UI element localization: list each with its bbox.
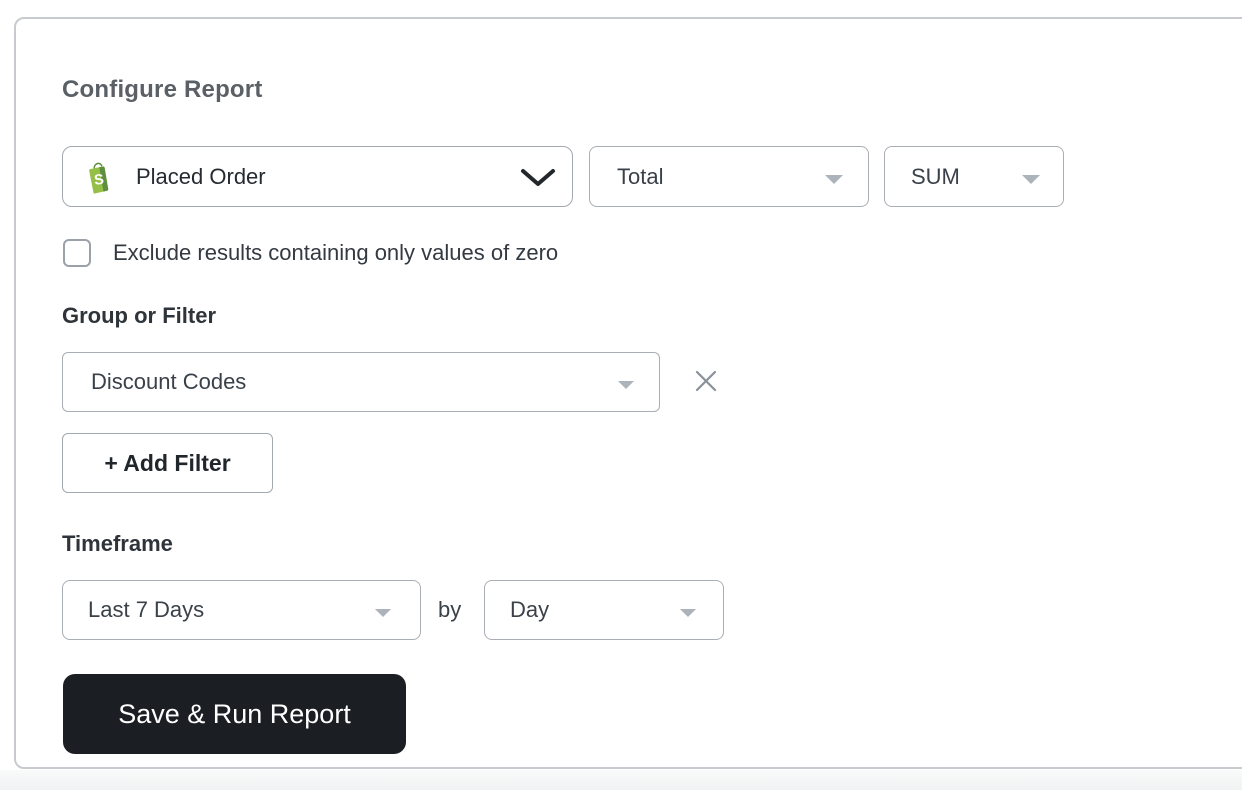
caret-down-icon bbox=[617, 377, 635, 395]
shopify-bag-icon: S bbox=[83, 159, 112, 195]
group-filter-select[interactable]: Discount Codes bbox=[62, 352, 660, 412]
exclude-zero-label: Exclude results containing only values o… bbox=[113, 240, 558, 266]
configure-report-panel: Configure Report S Placed Order Total SU… bbox=[14, 17, 1242, 769]
page-title: Configure Report bbox=[62, 76, 263, 104]
chevron-down-icon bbox=[520, 168, 556, 193]
caret-down-icon bbox=[374, 605, 392, 623]
metric-select[interactable]: S Placed Order bbox=[62, 146, 573, 207]
page-background-strip bbox=[0, 770, 1242, 790]
group-or-filter-label: Group or Filter bbox=[62, 303, 216, 329]
save-run-report-button[interactable]: Save & Run Report bbox=[63, 674, 406, 754]
by-label: by bbox=[438, 597, 461, 623]
remove-filter-button[interactable] bbox=[693, 368, 718, 393]
aggregation-select[interactable]: SUM bbox=[884, 146, 1064, 207]
exclude-zero-checkbox[interactable] bbox=[63, 239, 91, 267]
measurement-select[interactable]: Total bbox=[589, 146, 869, 207]
group-filter-select-value: Discount Codes bbox=[91, 369, 246, 395]
timeframe-interval-value: Day bbox=[510, 597, 549, 623]
timeframe-interval-select[interactable]: Day bbox=[484, 580, 724, 640]
metric-select-value: Placed Order bbox=[136, 164, 266, 190]
timeframe-range-value: Last 7 Days bbox=[88, 597, 204, 623]
exclude-zero-row: Exclude results containing only values o… bbox=[63, 239, 558, 267]
timeframe-label: Timeframe bbox=[62, 531, 173, 557]
aggregation-select-value: SUM bbox=[911, 164, 960, 190]
caret-down-icon bbox=[1021, 172, 1041, 190]
add-filter-button[interactable]: + Add Filter bbox=[62, 433, 273, 493]
caret-down-icon bbox=[679, 605, 697, 623]
timeframe-range-select[interactable]: Last 7 Days bbox=[62, 580, 421, 640]
caret-down-icon bbox=[824, 172, 844, 190]
close-x-icon bbox=[694, 369, 718, 393]
measurement-select-value: Total bbox=[617, 164, 663, 190]
